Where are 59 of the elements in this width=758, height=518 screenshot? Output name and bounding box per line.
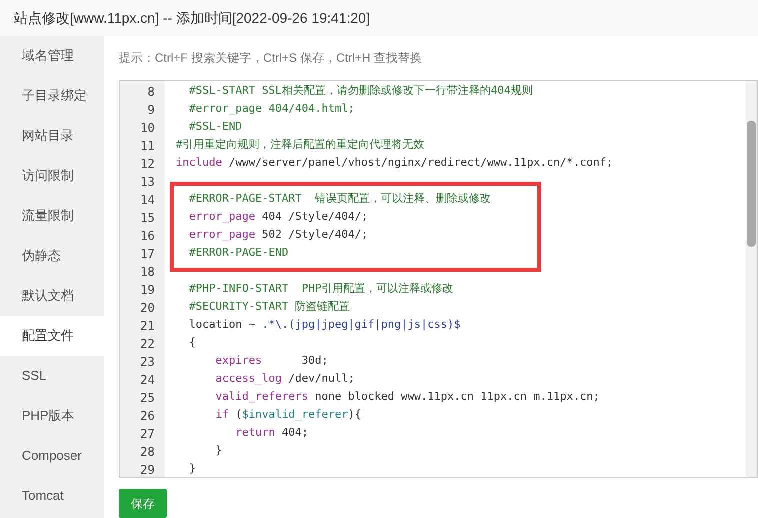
line-number: 21: [140, 318, 156, 335]
sidebar-item[interactable]: Tomcat: [0, 476, 104, 516]
line-number: 14: [140, 192, 156, 209]
line-number: 28: [140, 444, 156, 461]
line-number: 23: [140, 354, 156, 371]
code-line: {: [188, 335, 196, 352]
scrollbar[interactable]: [746, 80, 757, 477]
code-editor[interactable]: [119, 80, 758, 478]
line-number: 11: [140, 138, 156, 155]
line-number: 8: [146, 84, 156, 101]
sidebar-item[interactable]: Composer: [0, 436, 104, 476]
line-number: 24: [140, 372, 156, 389]
code-line: #引用重定向规则，注释后配置的重定向代理将无效: [175, 137, 425, 154]
code-line: #ERROR-PAGE-START 错误页配置，可以注释、删除或修改: [188, 191, 492, 208]
code-line: access_log /dev/null;: [214, 371, 355, 388]
line-number: 16: [140, 228, 156, 245]
code-line: if ($invalid_referer){: [214, 407, 362, 424]
sidebar-item[interactable]: 伪静态: [0, 236, 104, 276]
sidebar-item[interactable]: 配置文件: [0, 316, 104, 356]
scrollbar-thumb[interactable]: [747, 120, 756, 247]
sidebar-item[interactable]: 默认文档: [0, 276, 104, 316]
line-number: 26: [140, 408, 156, 425]
line-number: 20: [140, 300, 156, 317]
sidebar-item[interactable]: PHP版本: [0, 396, 104, 436]
sidebar-item[interactable]: 访问限制: [0, 156, 104, 196]
code-line: valid_referers none blocked www.11px.cn 11px.cn m.11px.cn;: [214, 389, 600, 406]
line-number: 12: [140, 156, 156, 173]
line-number: 10: [140, 120, 156, 137]
line-number: 25: [140, 390, 156, 407]
hint-text: 提示：Ctrl+F 搜索关键字，Ctrl+S 保存，Ctrl+H 查找替换: [119, 50, 422, 67]
sidebar-item[interactable]: 域名管理: [0, 36, 104, 76]
code-line: #ERROR-PAGE-END: [188, 245, 289, 262]
window-title: 站点修改[www.11px.cn] -- 添加时间[2022-09-26 19:41:20]: [14, 8, 370, 28]
code-line: #SECURITY-START 防盗链配置: [188, 299, 350, 316]
code-line: error_page 404 /Style/404/;: [188, 209, 368, 226]
code-line: }: [188, 461, 196, 477]
code-line: location ~ .*\.(jpg|jpeg|gif|png|js|css)$: [188, 317, 461, 334]
code-line: #error_page 404/404.html;: [188, 101, 355, 118]
sidebar-item[interactable]: SSL: [0, 356, 104, 396]
code-line: }: [214, 443, 222, 460]
sidebar-item[interactable]: 流量限制: [0, 196, 104, 236]
code-line: #SSL-START SSL相关配置，请勿删除或修改下一行带注释的404规则: [188, 83, 533, 100]
line-number: 17: [140, 246, 156, 263]
code-line: error_page 502 /Style/404/;: [188, 227, 368, 244]
line-number: 13: [140, 174, 156, 191]
line-number: 9: [146, 102, 156, 119]
line-number: 19: [140, 282, 156, 299]
code-line: return 404;: [234, 425, 308, 442]
code-line: #SSL-END: [188, 119, 242, 136]
line-number: 29: [140, 462, 156, 477]
code-line: #PHP-INFO-START PHP引用配置，可以注释或修改: [188, 281, 454, 298]
line-number: 15: [140, 210, 156, 227]
code-line: include /www/server/panel/vhost/nginx/redirect/www.11px.cn/*.conf;: [175, 155, 614, 172]
sidebar-item[interactable]: 网站目录: [0, 116, 104, 156]
line-number: 18: [140, 264, 156, 281]
line-number: 22: [140, 336, 156, 353]
code-line: expires 30d;: [214, 353, 328, 370]
line-number: 27: [140, 426, 156, 443]
sidebar-item[interactable]: 子目录绑定: [0, 76, 104, 116]
